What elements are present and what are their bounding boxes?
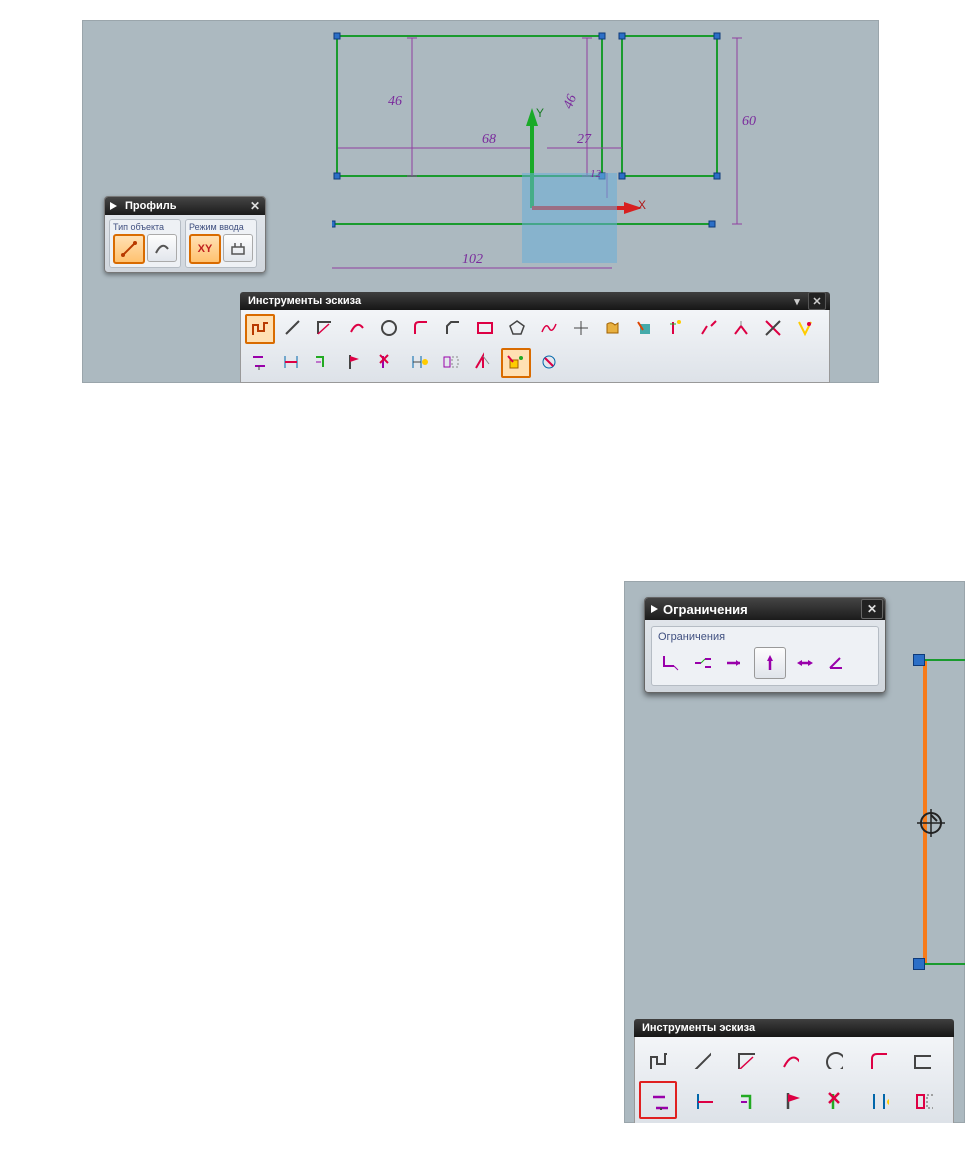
polygon-tool-icon[interactable] (503, 314, 531, 342)
axis-y-label: Y (536, 106, 544, 120)
dim-46a: 46 (388, 94, 402, 110)
auto-dim-tool-icon[interactable] (501, 348, 531, 378)
perpendicular-constraint-icon[interactable] (658, 650, 684, 676)
arc2-tool-icon[interactable] (771, 1041, 807, 1077)
region-tool-icon[interactable] (599, 314, 627, 342)
sketch-tools-toolbar[interactable]: Инструменты эскиза ▾ ✕ (240, 292, 830, 383)
cursor-constraint-icon (917, 809, 945, 837)
coincident-constraint-icon[interactable] (690, 650, 716, 676)
sketch-endpoint[interactable] (913, 958, 925, 970)
point-tool-icon[interactable] (567, 314, 595, 342)
input-mode-group: Режим ввода XY (185, 219, 257, 268)
line-tool-icon[interactable] (683, 1041, 719, 1077)
pattern-tool-icon[interactable] (469, 348, 497, 376)
constraints-group-label: Ограничения (658, 631, 872, 643)
object-type-label: Тип объекта (113, 222, 177, 232)
delete-constraint-icon[interactable] (817, 1081, 853, 1117)
corner-tool-icon[interactable] (727, 314, 755, 342)
close-icon[interactable]: ✕ (247, 198, 263, 214)
profile-tool-icon[interactable] (639, 1041, 675, 1077)
fillet-tool-icon[interactable] (859, 1041, 895, 1077)
flag-tool-icon[interactable] (341, 348, 369, 376)
constraints-title-label: Ограничения (663, 602, 748, 617)
constraints-toolbar-title[interactable]: Ограничения ✕ (645, 598, 885, 620)
angle-constraint-icon[interactable] (824, 650, 850, 676)
arc-type-button[interactable] (147, 234, 177, 262)
trim-tool-icon[interactable] (631, 314, 659, 342)
mirror-tool-icon[interactable] (437, 348, 465, 376)
dimension-tool-icon[interactable] (685, 1081, 721, 1117)
circle-tool-icon[interactable] (815, 1041, 851, 1077)
profile-toolbar[interactable]: Профиль ✕ Тип объекта Режим ввода (104, 196, 266, 273)
sketch-tools-body-b (634, 1037, 954, 1123)
chamfer-tool-icon[interactable] (439, 314, 467, 342)
profile-tool-icon[interactable] (245, 314, 275, 344)
param-mode-button[interactable] (223, 234, 253, 262)
input-mode-label: Режим ввода (189, 222, 253, 232)
toolbar-arrow-icon (107, 199, 121, 213)
misc-tool-icon[interactable] (535, 348, 563, 376)
spline-tool-icon[interactable] (535, 314, 563, 342)
extend-tool-icon[interactable] (663, 314, 691, 342)
line-tool-icon[interactable] (279, 314, 307, 342)
equal-constraint-icon[interactable] (792, 650, 818, 676)
close-icon[interactable]: ✕ (861, 599, 883, 619)
sketch-tools-label: Инструменты эскиза (248, 295, 361, 307)
sketch-tools-title-b[interactable]: Инструменты эскиза (634, 1019, 954, 1037)
mirror-tool-icon[interactable] (905, 1081, 941, 1117)
axis-x-label: X (638, 198, 646, 212)
measure-tool-icon[interactable] (861, 1081, 897, 1117)
xy-mode-button[interactable]: XY (189, 234, 221, 264)
close-icon[interactable]: ✕ (808, 292, 826, 310)
intersect-tool-icon[interactable] (759, 314, 787, 342)
horizontal-constraint-icon[interactable] (722, 650, 748, 676)
dim-102: 102 (462, 252, 483, 268)
sketch-tools-body (240, 310, 830, 383)
profile-toolbar-body: Тип объекта Режим ввода XY (105, 215, 265, 272)
dim-68: 68 (482, 132, 496, 148)
constraint-tool-icon[interactable] (245, 348, 273, 376)
sketch-canvas[interactable]: 46 46 68 27 12 60 102 Y X (332, 28, 802, 288)
constraints-body: Ограничения (645, 620, 885, 692)
measure-tool-icon[interactable] (405, 348, 433, 376)
fillet-tool-icon[interactable] (407, 314, 435, 342)
arc-tool-icon[interactable] (727, 1041, 763, 1077)
toolbar-arrow-icon (647, 604, 663, 614)
dim-12: 12 (590, 168, 601, 180)
animate-constraint-icon[interactable] (309, 348, 337, 376)
sketch-line (925, 961, 965, 967)
sketch-endpoint[interactable] (913, 654, 925, 666)
vertical-constraint-icon[interactable] (754, 647, 786, 679)
flag-tool-icon[interactable] (773, 1081, 809, 1117)
bottom-cad-viewport: Ограничения ✕ Ограничения (624, 581, 965, 1123)
line-type-button[interactable] (113, 234, 145, 264)
animate-constraint-icon[interactable] (729, 1081, 765, 1117)
delete-constraint-icon[interactable] (373, 348, 401, 376)
constraints-group: Ограничения (651, 626, 879, 686)
auto-tool-icon[interactable] (791, 314, 819, 342)
arc2-tool-icon[interactable] (343, 314, 371, 342)
xy-plane-indicator (522, 173, 617, 263)
sketch-tools-toolbar-b[interactable]: Инструменты эскиза (634, 1019, 954, 1123)
arc-tool-icon[interactable] (311, 314, 339, 342)
constraints-toolbar[interactable]: Ограничения ✕ Ограничения (644, 597, 886, 693)
sketch-line (925, 657, 965, 663)
object-type-group: Тип объекта (109, 219, 181, 268)
dimension-tool-icon[interactable] (277, 348, 305, 376)
sketch-tools-title[interactable]: Инструменты эскиза ▾ ✕ (240, 292, 830, 310)
circle-tool-icon[interactable] (375, 314, 403, 342)
minimize-icon[interactable]: ▾ (790, 294, 804, 308)
constraint-tool-icon[interactable] (639, 1081, 677, 1119)
profile-toolbar-title[interactable]: Профиль ✕ (105, 197, 265, 215)
rectangle-tool-icon[interactable] (471, 314, 499, 342)
dim-27: 27 (577, 132, 591, 148)
top-cad-viewport: 46 46 68 27 12 60 102 Y X Профиль ✕ Тип … (82, 20, 879, 383)
profile-title-label: Профиль (125, 200, 176, 212)
sketch-tools-label-b: Инструменты эскиза (642, 1022, 755, 1034)
dim-60: 60 (742, 114, 756, 130)
rectangle-tool-icon[interactable] (903, 1041, 939, 1077)
break-tool-icon[interactable] (695, 314, 723, 342)
